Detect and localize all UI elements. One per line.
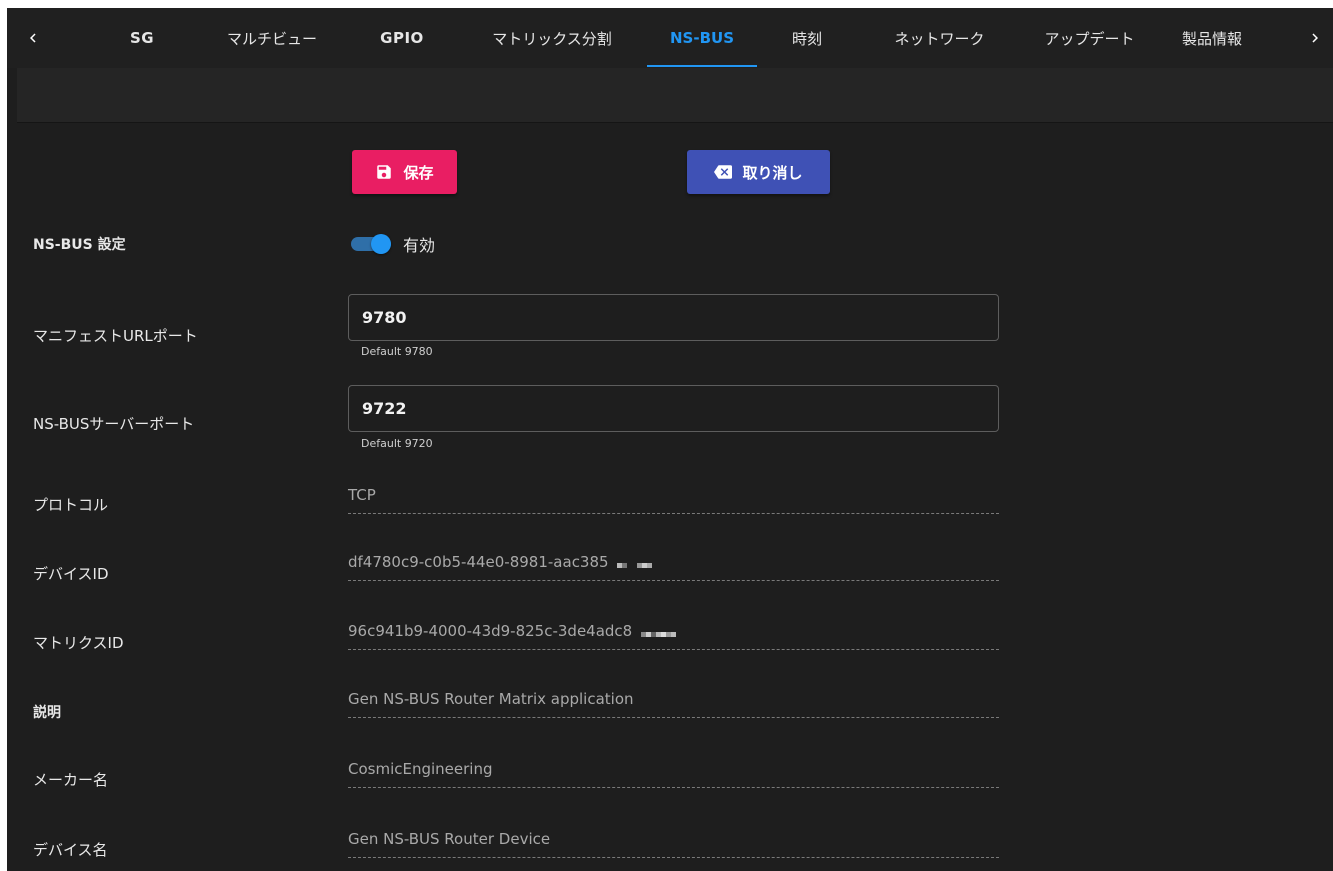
device-name-field: Gen NS-BUS Router Device	[348, 828, 999, 858]
save-button-label: 保存	[403, 163, 434, 182]
protocol-value: TCP	[348, 486, 376, 504]
maker-value: CosmicEngineering	[348, 760, 493, 778]
tab-multiview[interactable]: マルチビュー	[207, 8, 337, 68]
nsbus-enable-toggle[interactable]	[349, 232, 397, 256]
matrix-id-value: 96c941b9-4000-43d9-825c-3de4adc8	[348, 622, 633, 640]
maker-label: メーカー名	[33, 771, 109, 789]
tab-matrix-split[interactable]: マトリックス分割	[472, 8, 632, 68]
redacted-pixels	[641, 623, 677, 641]
toggle-thumb	[371, 234, 391, 254]
tab-sg[interactable]: SG	[117, 8, 167, 68]
protocol-label: プロトコル	[33, 496, 109, 514]
tab-network[interactable]: ネットワーク	[877, 8, 1002, 68]
description-label: 説明	[33, 705, 61, 721]
scroll-right-arrow[interactable]	[1297, 20, 1333, 56]
tab-update[interactable]: アップデート	[1027, 8, 1152, 68]
protocol-field: TCP	[348, 484, 999, 514]
device-name-label: デバイス名	[33, 841, 108, 859]
chevron-left-icon	[30, 33, 36, 43]
cancel-button[interactable]: 取り消し	[687, 150, 830, 194]
sub-toolbar	[17, 68, 1333, 123]
device-name-value: Gen NS-BUS Router Device	[348, 830, 551, 848]
tab-time[interactable]: 時刻	[782, 8, 832, 68]
manifest-port-hint: Default 9780	[361, 345, 433, 358]
matrix-id-label: マトリクスID	[33, 634, 124, 652]
app-window: SG マルチビュー GPIO マトリックス分割 NS-BUS 時刻 ネットワーク…	[7, 8, 1333, 871]
toggle-label: 有効	[403, 236, 436, 255]
server-port-label: NS-BUSサーバーポート	[33, 415, 195, 433]
device-id-label: デバイスID	[33, 565, 109, 583]
tab-nsbus[interactable]: NS-BUS	[647, 8, 757, 68]
active-tab-indicator	[647, 65, 757, 67]
server-port-value: 9722	[362, 399, 407, 418]
redacted-pixels	[617, 554, 653, 572]
device-id-value: df4780c9-c0b5-44e0-8981-aac385	[348, 553, 609, 571]
maker-field: CosmicEngineering	[348, 758, 999, 788]
description-field: Gen NS-BUS Router Matrix application	[348, 688, 999, 718]
save-button[interactable]: 保存	[352, 150, 457, 194]
tab-gpio[interactable]: GPIO	[372, 8, 432, 68]
matrix-id-value-wrap: 96c941b9-4000-43d9-825c-3de4adc8	[348, 622, 677, 641]
scroll-left-arrow[interactable]	[15, 20, 51, 56]
manifest-port-input[interactable]: 9780	[348, 294, 999, 341]
device-id-field: df4780c9-c0b5-44e0-8981-aac385	[348, 551, 999, 581]
server-port-input[interactable]: 9722	[348, 385, 999, 432]
matrix-id-field: 96c941b9-4000-43d9-825c-3de4adc8	[348, 620, 999, 650]
nsbus-setting-label: NS-BUS 設定	[33, 237, 126, 253]
description-value: Gen NS-BUS Router Matrix application	[348, 690, 634, 708]
cancel-button-label: 取り消し	[742, 163, 803, 182]
manifest-port-value: 9780	[362, 308, 407, 327]
tab-bar: SG マルチビュー GPIO マトリックス分割 NS-BUS 時刻 ネットワーク…	[7, 8, 1333, 68]
device-id-value-wrap: df4780c9-c0b5-44e0-8981-aac385	[348, 553, 653, 572]
tab-product-info[interactable]: 製品情報	[1167, 8, 1257, 68]
manifest-port-label: マニフェストURLポート	[33, 327, 198, 345]
backspace-icon	[714, 165, 733, 179]
server-port-hint: Default 9720	[361, 437, 433, 450]
floppy-disk-icon	[377, 165, 392, 179]
chevron-right-icon	[1312, 33, 1318, 43]
